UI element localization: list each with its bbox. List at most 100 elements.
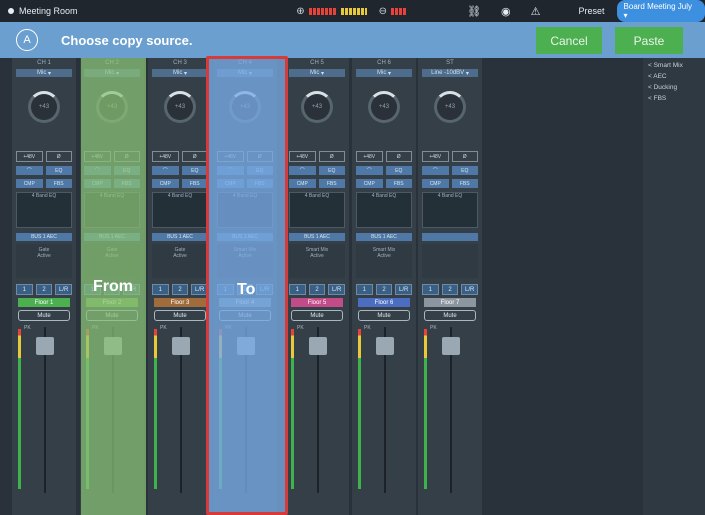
fbs-button[interactable]: FBS: [385, 179, 412, 188]
channel-fader[interactable]: PK: [289, 325, 345, 495]
bus-2-button[interactable]: 2: [171, 284, 189, 295]
processing-status[interactable]: Smart Mix Active: [289, 244, 345, 278]
bus-assign[interactable]: [422, 233, 478, 241]
bus-1-button[interactable]: 1: [16, 284, 33, 295]
hpf-button[interactable]: ⌒: [422, 166, 449, 175]
bus-1-button[interactable]: 1: [289, 284, 306, 295]
fbs-button[interactable]: FBS: [451, 179, 478, 188]
mute-button[interactable]: Mute: [154, 310, 206, 321]
mute-button[interactable]: Mute: [424, 310, 476, 321]
bus-lr-button[interactable]: L/R: [461, 284, 479, 295]
phase-button[interactable]: Ø: [451, 151, 478, 162]
input-source-select[interactable]: Mic ▾: [152, 69, 208, 77]
fbs-button[interactable]: FBS: [318, 179, 345, 188]
phantom-power-button[interactable]: +48V: [152, 151, 179, 162]
phase-button[interactable]: Ø: [318, 151, 345, 162]
channel-label[interactable]: Floor 1: [18, 298, 70, 307]
gain-knob[interactable]: +43: [28, 91, 60, 123]
input-source-select[interactable]: Mic ▾: [289, 69, 345, 77]
cmp-button[interactable]: CMP: [356, 179, 383, 188]
eq-button[interactable]: EQ: [451, 166, 478, 175]
mute-button[interactable]: Mute: [358, 310, 410, 321]
paste-button[interactable]: Paste: [615, 27, 683, 54]
channel-fader[interactable]: PK: [152, 325, 208, 495]
fader-cap[interactable]: [36, 337, 54, 355]
channel-label[interactable]: Floor 7: [424, 298, 476, 307]
bus-2-button[interactable]: 2: [308, 284, 326, 295]
hpf-button[interactable]: ⌒: [289, 166, 316, 175]
fader-cap[interactable]: [442, 337, 460, 355]
channel-label[interactable]: Floor 5: [291, 298, 343, 307]
bus-2-button[interactable]: 2: [35, 284, 53, 295]
gain-knob[interactable]: +43: [368, 91, 400, 123]
fader-cap[interactable]: [172, 337, 190, 355]
warning-icon[interactable]: ⚠: [531, 5, 541, 18]
channel-label[interactable]: Floor 6: [358, 298, 410, 307]
hpf-button[interactable]: ⌒: [152, 166, 179, 175]
phase-button[interactable]: Ø: [181, 151, 208, 162]
bus-assign[interactable]: BUS 1 AEC: [356, 233, 412, 241]
processing-status[interactable]: [422, 244, 478, 278]
processing-status[interactable]: Smart Mix Active: [356, 244, 412, 278]
bus-lr-button[interactable]: L/R: [328, 284, 346, 295]
gain-knob[interactable]: +43: [164, 91, 196, 123]
side-item-fbs[interactable]: < FBS: [648, 95, 705, 102]
phantom-power-button[interactable]: +48V: [16, 151, 43, 162]
eq-button[interactable]: EQ: [318, 166, 345, 175]
side-item-smart-mix[interactable]: < Smart Mix: [648, 62, 705, 69]
phantom-power-button[interactable]: +48V: [356, 151, 383, 162]
phantom-power-button[interactable]: +48V: [289, 151, 316, 162]
bus-assign[interactable]: BUS 1 AEC: [289, 233, 345, 241]
link-icon[interactable]: ⛓: [467, 5, 481, 18]
gain-knob[interactable]: +43: [434, 91, 466, 123]
copy-to-overlay[interactable]: To: [206, 56, 288, 515]
input-source-select[interactable]: Mic ▾: [356, 69, 412, 77]
fader-cap[interactable]: [376, 337, 394, 355]
channel-fader[interactable]: PK: [422, 325, 478, 495]
side-item-ducking[interactable]: < Ducking: [648, 84, 705, 91]
bus-2-button[interactable]: 2: [375, 284, 393, 295]
eq-curve-display[interactable]: 4 Band EQ: [422, 192, 478, 228]
preset-selector[interactable]: Board Meeting July ▾: [616, 0, 705, 22]
processing-status[interactable]: Gate Active: [152, 244, 208, 278]
eq-curve-display[interactable]: 4 Band EQ: [16, 192, 72, 228]
mute-button[interactable]: Mute: [18, 310, 70, 321]
cancel-button[interactable]: Cancel: [536, 27, 602, 54]
channel-fader[interactable]: PK: [356, 325, 412, 495]
channel-fader[interactable]: PK: [16, 325, 72, 495]
cmp-button[interactable]: CMP: [152, 179, 179, 188]
eq-curve-display[interactable]: 4 Band EQ: [289, 192, 345, 228]
phase-button[interactable]: Ø: [385, 151, 412, 162]
bus-1-button[interactable]: 1: [356, 284, 373, 295]
bus-lr-button[interactable]: L/R: [395, 284, 413, 295]
signal-icon[interactable]: ◉: [501, 5, 511, 18]
eq-button[interactable]: EQ: [45, 166, 72, 175]
phantom-power-button[interactable]: +48V: [422, 151, 449, 162]
fbs-button[interactable]: FBS: [45, 179, 72, 188]
eq-button[interactable]: EQ: [181, 166, 208, 175]
cmp-button[interactable]: CMP: [422, 179, 449, 188]
cmp-button[interactable]: CMP: [16, 179, 43, 188]
bus-2-button[interactable]: 2: [441, 284, 459, 295]
eq-curve-display[interactable]: 4 Band EQ: [152, 192, 208, 228]
copy-from-overlay[interactable]: From: [81, 58, 146, 515]
hpf-button[interactable]: ⌒: [16, 166, 43, 175]
gain-knob[interactable]: +43: [301, 91, 333, 123]
hpf-button[interactable]: ⌒: [356, 166, 383, 175]
bus-assign[interactable]: BUS 1 AEC: [152, 233, 208, 241]
processing-status[interactable]: Gate Active: [16, 244, 72, 278]
channel-label[interactable]: Floor 3: [154, 298, 206, 307]
fbs-button[interactable]: FBS: [181, 179, 208, 188]
eq-button[interactable]: EQ: [385, 166, 412, 175]
input-source-select[interactable]: Mic ▾: [16, 69, 72, 77]
bus-lr-button[interactable]: L/R: [55, 284, 73, 295]
bus-1-button[interactable]: 1: [422, 284, 439, 295]
eq-curve-display[interactable]: 4 Band EQ: [356, 192, 412, 228]
bus-1-button[interactable]: 1: [152, 284, 169, 295]
bus-assign[interactable]: BUS 1 AEC: [16, 233, 72, 241]
side-item-aec[interactable]: < AEC: [648, 73, 705, 80]
mute-button[interactable]: Mute: [291, 310, 343, 321]
input-source-select[interactable]: Line -10dBV ▾: [422, 69, 478, 77]
cmp-button[interactable]: CMP: [289, 179, 316, 188]
phase-button[interactable]: Ø: [45, 151, 72, 162]
